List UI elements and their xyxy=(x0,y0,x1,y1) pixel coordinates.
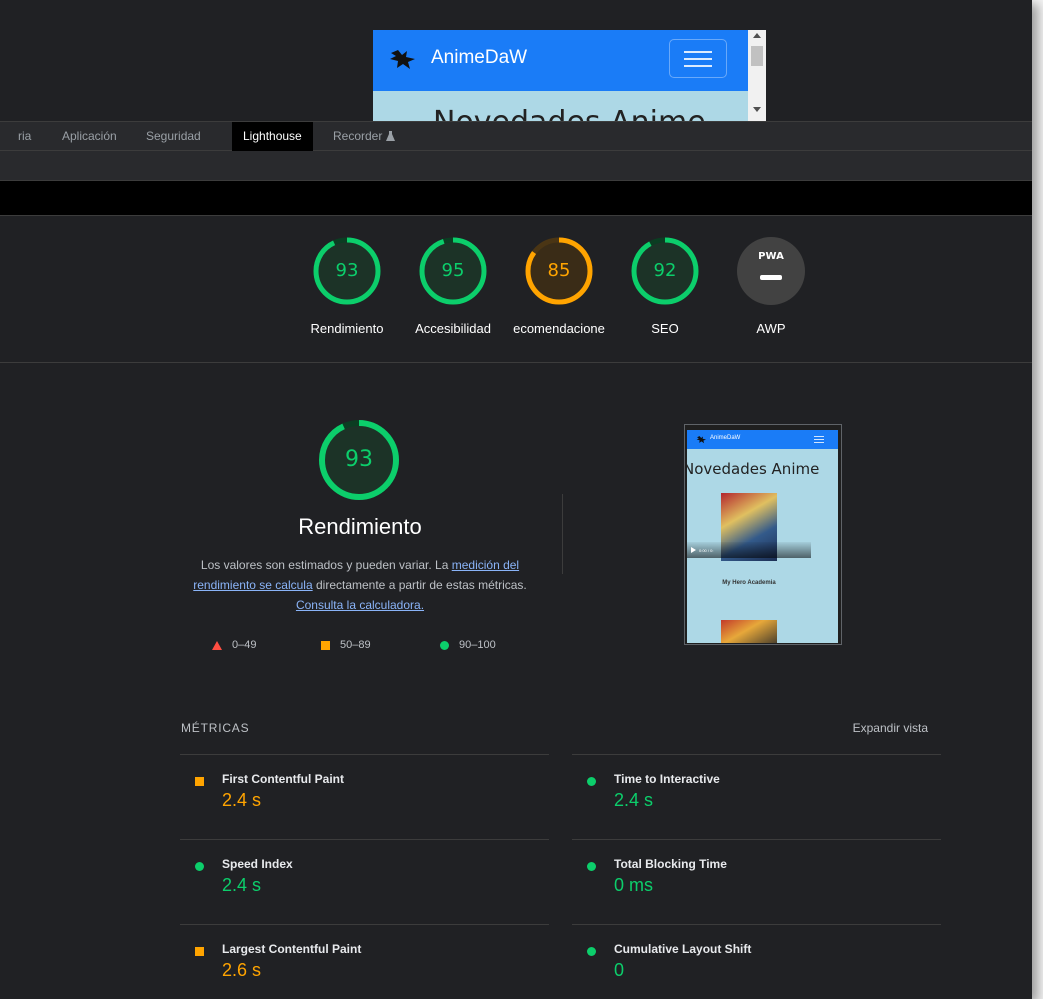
divider xyxy=(572,839,941,840)
divider xyxy=(180,839,549,840)
preview-heading: Novedades Anime xyxy=(433,105,706,121)
gauge-score: 92 xyxy=(653,260,677,281)
device-preview-frame[interactable]: AnimeDaW Novedades Anime xyxy=(373,30,766,121)
screenshot-caption: My Hero Academia xyxy=(722,580,776,586)
legend-fail: 0–49 xyxy=(212,639,256,651)
performance-description: Los valores son estimados y pueden varia… xyxy=(180,555,540,615)
legend-pass: 90–100 xyxy=(440,639,496,651)
triangle-icon xyxy=(212,640,222,650)
video-controls: 0:00 / 0: xyxy=(687,542,811,558)
preview-scrollbar[interactable] xyxy=(748,30,766,121)
legend-average-label: 50–89 xyxy=(340,639,371,651)
pwa-text: PWA xyxy=(758,251,784,262)
performance-score: 93 xyxy=(345,447,373,472)
metric-name: Speed Index xyxy=(222,857,293,871)
metric-lcp: Largest Contentful Paint 2.6 s xyxy=(180,942,540,999)
metric-value: 0 ms xyxy=(614,875,654,895)
circle-icon xyxy=(195,862,204,871)
legend-fail-label: 0–49 xyxy=(232,639,257,651)
gauge-score: 95 xyxy=(441,260,465,281)
divider xyxy=(572,754,941,755)
metric-tbt: Total Blocking Time 0 ms xyxy=(572,857,932,921)
screenshot-brand: AnimeDaW xyxy=(710,435,741,441)
metrics-heading: MÉTRICAS xyxy=(181,721,250,735)
final-screenshot[interactable]: AnimeDaW Novedades Anime 0:00 / 0: My He… xyxy=(684,424,842,645)
hamburger-icon xyxy=(814,436,824,444)
performance-title: Rendimiento xyxy=(298,514,422,539)
screenshot-navbar: AnimeDaW xyxy=(687,430,838,449)
metric-name: Total Blocking Time xyxy=(614,857,727,871)
dragon-logo-icon xyxy=(696,436,706,444)
lighthouse-toolbar xyxy=(0,151,1032,181)
circle-icon xyxy=(587,777,596,786)
video-time: 0:00 / 0: xyxy=(699,548,714,553)
circle-icon xyxy=(440,640,449,650)
tab-recorder[interactable]: Recorder xyxy=(333,122,395,151)
tab-recorder-label: Recorder xyxy=(333,129,383,143)
preview-body: Novedades Anime xyxy=(373,91,748,121)
dragon-logo-icon xyxy=(390,50,415,69)
screenshot-heading: Novedades Anime xyxy=(687,460,820,478)
circle-icon xyxy=(587,862,596,871)
tab-seguridad[interactable]: Seguridad xyxy=(146,122,201,151)
metric-value: 2.6 s xyxy=(222,960,262,980)
flask-icon xyxy=(385,131,395,141)
gauge-score: 93 xyxy=(335,260,359,281)
gauge-label: AWP xyxy=(756,321,786,336)
tab-memoria[interactable]: ria xyxy=(18,122,31,151)
device-preview-area: AnimeDaW Novedades Anime xyxy=(0,0,1032,121)
divider xyxy=(572,924,941,925)
desc-text-2: directamente a partir de estas métricas. xyxy=(312,578,527,592)
metric-name: Largest Contentful Paint xyxy=(222,942,362,956)
screenshot-page: AnimeDaW Novedades Anime 0:00 / 0: My He… xyxy=(687,430,838,643)
devtools-tabbar: ria Aplicación Seguridad Lighthouse Reco… xyxy=(0,121,1032,151)
scroll-thumb[interactable] xyxy=(751,46,763,66)
vertical-divider xyxy=(562,494,563,574)
expand-view-toggle[interactable]: Expandir vista xyxy=(780,721,928,735)
report-topbar xyxy=(0,181,1032,216)
preview-navbar: AnimeDaW xyxy=(373,30,748,91)
square-icon xyxy=(321,640,330,650)
play-icon xyxy=(691,547,696,553)
tab-aplicacion[interactable]: Aplicación xyxy=(62,122,117,151)
metric-speed-index: Speed Index 2.4 s xyxy=(180,857,540,921)
metric-value: 2.4 s xyxy=(222,790,262,810)
preview-brand[interactable]: AnimeDaW xyxy=(431,47,527,69)
legend-pass-label: 90–100 xyxy=(459,639,496,651)
scroll-down-icon[interactable] xyxy=(753,107,761,112)
metric-tti: Time to Interactive 2.4 s xyxy=(572,772,932,836)
metric-value: 0 xyxy=(614,960,625,980)
legend-average: 50–89 xyxy=(321,639,371,651)
scroll-up-icon[interactable] xyxy=(753,33,761,38)
desc-text-1: Los valores son estimados y pueden varia… xyxy=(200,558,452,572)
gauge-score: 85 xyxy=(547,260,571,281)
anime-cover-image-2 xyxy=(721,620,777,643)
divider xyxy=(0,362,1032,363)
metric-cls: Cumulative Layout Shift 0 xyxy=(572,942,932,999)
circle-icon xyxy=(587,947,596,956)
preview-menu-toggle[interactable] xyxy=(669,39,727,78)
metric-value: 2.4 s xyxy=(222,875,262,895)
metric-name: Cumulative Layout Shift xyxy=(614,942,752,956)
divider xyxy=(180,924,549,925)
metric-name: Time to Interactive xyxy=(614,772,720,786)
tab-lighthouse[interactable]: Lighthouse xyxy=(232,122,313,151)
square-icon xyxy=(195,777,204,786)
metric-fcp: First Contentful Paint 2.4 s xyxy=(180,772,540,836)
devtools-window: AnimeDaW Novedades Anime ria Aplicación … xyxy=(0,0,1032,999)
metric-name: First Contentful Paint xyxy=(222,772,344,786)
metric-value: 2.4 s xyxy=(614,790,654,810)
square-icon xyxy=(195,947,204,956)
divider xyxy=(180,754,549,755)
calculator-link[interactable]: Consulta la calculadora. xyxy=(296,598,424,612)
